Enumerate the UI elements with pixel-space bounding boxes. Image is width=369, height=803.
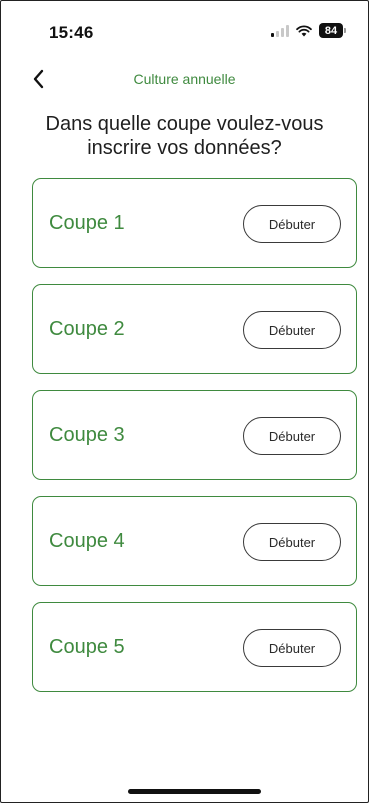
start-button[interactable]: Débuter xyxy=(243,205,341,243)
coupe-label: Coupe 2 xyxy=(49,318,125,340)
start-button[interactable]: Débuter xyxy=(243,523,341,561)
nav-bar: Culture annuelle xyxy=(1,61,368,97)
start-button[interactable]: Débuter xyxy=(243,311,341,349)
battery-level: 84 xyxy=(319,23,343,38)
cellular-signal-icon xyxy=(271,24,289,37)
status-icons: 84 xyxy=(271,23,346,38)
status-time: 15:46 xyxy=(49,23,94,42)
start-button[interactable]: Débuter xyxy=(243,629,341,667)
status-bar: 15:46 84 xyxy=(1,1,368,61)
coupe-card-1[interactable]: Coupe 1 Débuter xyxy=(32,178,357,268)
start-button[interactable]: Débuter xyxy=(243,417,341,455)
wifi-icon xyxy=(296,24,312,37)
coupe-label: Coupe 1 xyxy=(49,212,125,234)
coupe-card-4[interactable]: Coupe 4 Débuter xyxy=(32,496,357,586)
page-title: Dans quelle coupe voulez-vous inscrire v… xyxy=(45,113,324,159)
coupe-card-5[interactable]: Coupe 5 Débuter xyxy=(32,602,357,692)
phone-screen: 15:46 84 Culture annuelle Dans quelle co… xyxy=(0,0,369,803)
coupe-label: Coupe 4 xyxy=(49,530,125,552)
coupe-label: Coupe 3 xyxy=(49,424,125,446)
coupe-label: Coupe 5 xyxy=(49,636,125,658)
nav-title: Culture annuelle xyxy=(133,71,236,87)
coupe-card-3[interactable]: Coupe 3 Débuter xyxy=(32,390,357,480)
coupe-card-2[interactable]: Coupe 2 Débuter xyxy=(32,284,357,374)
coupe-list: Coupe 1 Débuter Coupe 2 Débuter Coupe 3 … xyxy=(32,178,357,708)
home-indicator[interactable] xyxy=(128,789,261,794)
battery-icon: 84 xyxy=(319,23,346,38)
